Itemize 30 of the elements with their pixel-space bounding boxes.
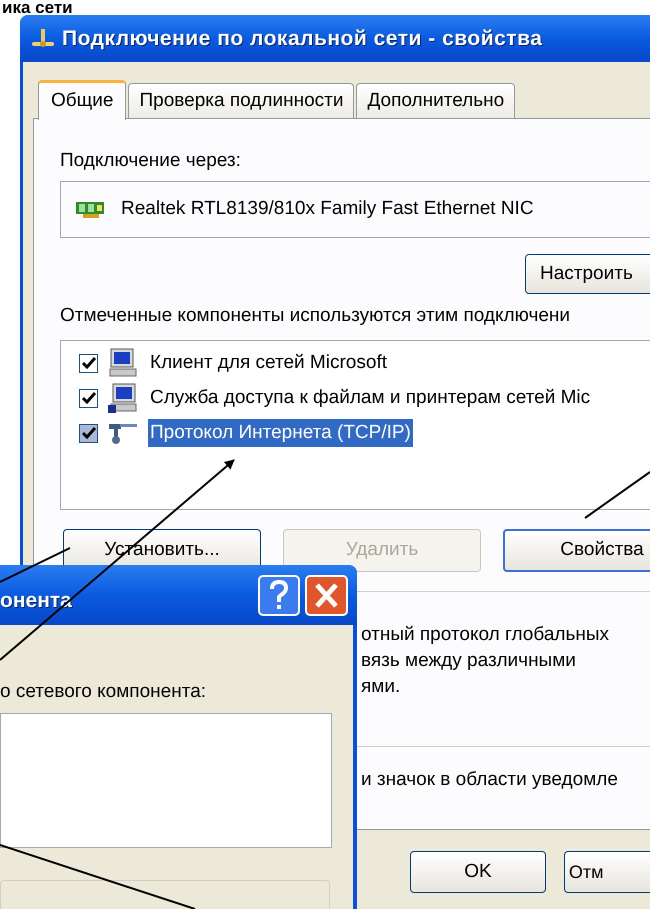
adapter-name: Realtek RTL8139/810x Family Fast Ethernet NIC xyxy=(121,197,534,222)
component-item[interactable]: Клиент для сетей Microsoft xyxy=(148,349,389,377)
window-title: Подключение по локальной сети - свойства xyxy=(62,26,542,52)
leader-line xyxy=(584,471,650,519)
notify-label: и значок в области уведомле xyxy=(361,768,618,792)
description-text: вязь между различными xyxy=(361,649,577,673)
tab[interactable]: Дополнительно xyxy=(356,83,516,118)
action-button[interactable]: Свойства xyxy=(503,529,650,572)
components-label: Отмеченные компоненты используются этим подключени xyxy=(60,304,570,328)
configure-button[interactable]: Настроить xyxy=(525,254,650,294)
computer-icon xyxy=(108,383,138,413)
checkbox[interactable] xyxy=(79,388,98,408)
tab[interactable]: Общие xyxy=(38,80,126,120)
dialog-button[interactable]: Отм xyxy=(564,851,650,893)
connect-via-label: Подключение через: xyxy=(60,149,241,173)
checkbox[interactable] xyxy=(79,354,98,372)
network-card-icon xyxy=(75,200,107,220)
checkbox[interactable] xyxy=(79,424,98,442)
description-text: отный протокол глобальных xyxy=(361,623,610,647)
help-icon[interactable] xyxy=(258,574,300,616)
component-item[interactable]: Служба доступа к файлам и принтерам сетей Mic xyxy=(148,384,592,412)
slide-title: ика сети xyxy=(2,0,73,15)
computer-icon xyxy=(108,348,138,378)
close-icon[interactable] xyxy=(305,574,348,616)
description-text: ями. xyxy=(361,675,402,699)
tab[interactable]: Проверка подлинности xyxy=(128,83,354,118)
dialog-button[interactable]: OK xyxy=(410,851,546,893)
network-plug-icon xyxy=(30,28,56,50)
component-item[interactable]: Протокол Интернета (TCP/IP) xyxy=(148,419,413,447)
prompt-label: о сетевого компонента: xyxy=(0,680,206,704)
